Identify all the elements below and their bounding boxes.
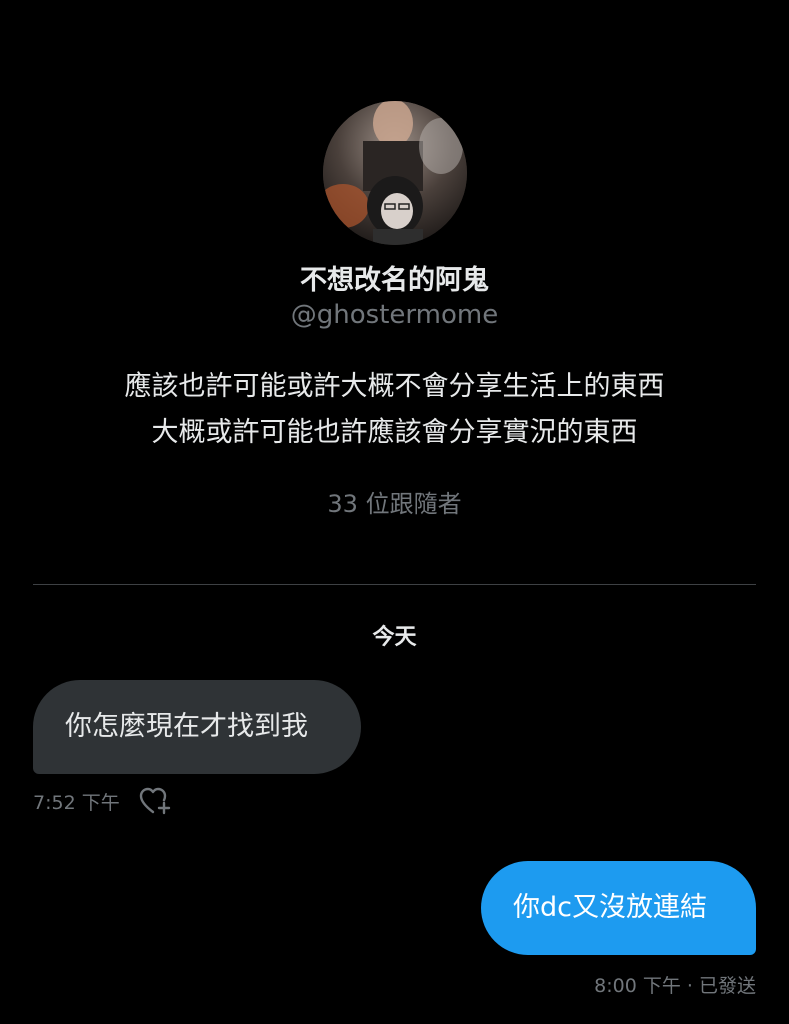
received-message-bubble[interactable]: 你怎麼現在才找到我 bbox=[33, 680, 361, 774]
received-message-meta: 7:52 下午 bbox=[33, 787, 174, 815]
sent-message-status: 8:00 下午 · 已發送 bbox=[594, 975, 756, 997]
date-separator: 今天 bbox=[372, 625, 417, 650]
add-reaction-heart-icon[interactable] bbox=[138, 787, 174, 815]
message-timestamp: 7:52 下午 bbox=[33, 791, 120, 814]
profile-name[interactable]: 不想改名的阿鬼 bbox=[0, 258, 789, 297]
bio-line: 大概或許可能也許應該會分享實況的東西 bbox=[151, 417, 638, 448]
sent-message-bubble[interactable]: 你dc又沒放連結 bbox=[481, 861, 756, 955]
profile-avatar[interactable] bbox=[323, 101, 467, 245]
divider bbox=[33, 584, 756, 585]
follower-count: 33 位跟隨者 bbox=[327, 490, 462, 518]
profile-bio: 應該也許可能或許大概不會分享生活上的東西 大概或許可能也許應該會分享實況的東西 bbox=[0, 364, 789, 456]
bio-line: 應該也許可能或許大概不會分享生活上的東西 bbox=[124, 371, 665, 402]
profile-handle[interactable]: @ghostermome bbox=[0, 300, 789, 330]
avatar-photo bbox=[323, 101, 467, 245]
